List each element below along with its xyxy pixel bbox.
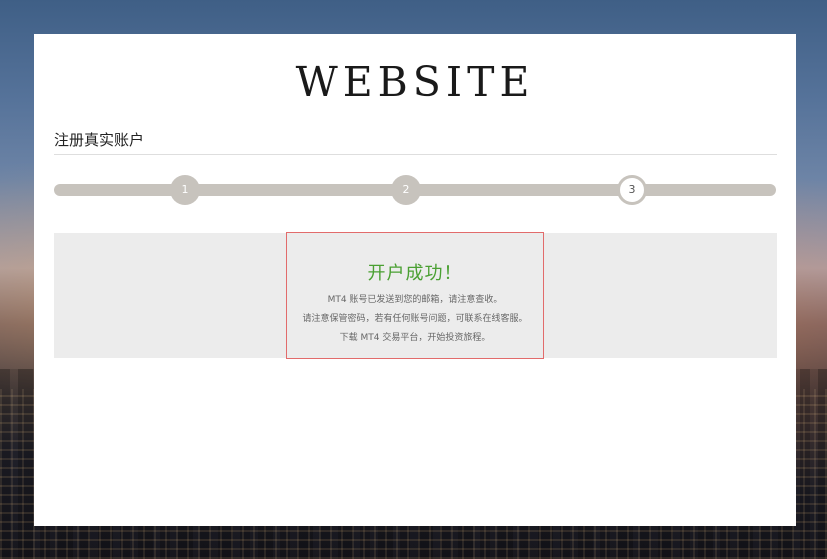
message-line-password: 请注意保管密码，若有任何账号问题，可联系在线客服。 [302,314,528,324]
page-title: 注册真实账户 [54,131,145,149]
step-3-current: 3 [617,175,647,205]
message-line-download: 下载 MT4 交易平台，开始投资旅程。 [339,333,491,343]
website-logo: WEBSITE [295,58,535,106]
success-title: 开户成功！ [367,263,463,284]
registration-panel: WEBSITE 注册真实账户 1 2 3 开户成功！ MT4 账号已发送到您的邮… [34,34,796,526]
step-2: 2 [391,175,421,205]
success-message-box: 开户成功！ MT4 账号已发送到您的邮箱，请注意查收。 请注意保管密码，若有任何… [286,232,544,359]
message-line-email: MT4 账号已发送到您的邮箱，请注意查收。 [327,295,503,305]
step-1: 1 [170,175,200,205]
title-divider [54,154,777,155]
